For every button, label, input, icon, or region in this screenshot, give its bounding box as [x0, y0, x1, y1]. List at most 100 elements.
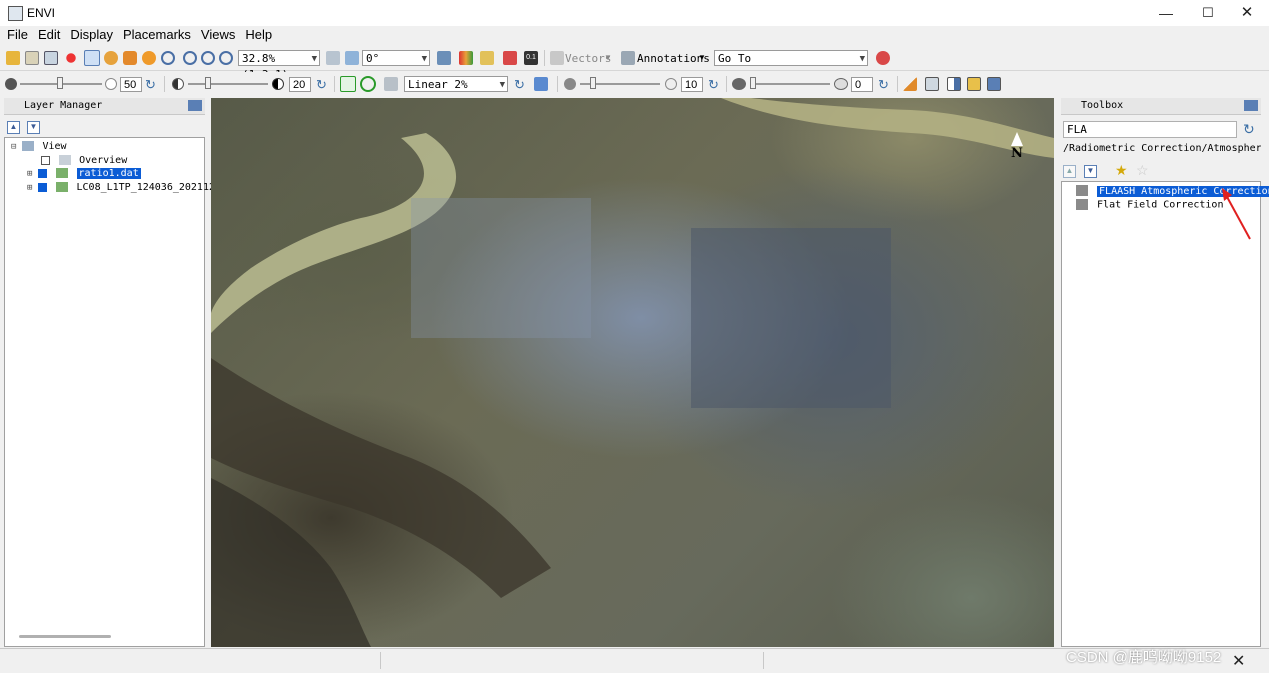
collapse-all-icon[interactable]: ▲ [1063, 165, 1076, 178]
collapse-toggle-icon[interactable]: ⊟ [11, 142, 16, 152]
stretch-view-icon[interactable] [360, 76, 376, 92]
image-view[interactable]: N [211, 98, 1054, 647]
window-title: ENVI [27, 6, 56, 20]
zoom-tool-icon[interactable] [161, 51, 175, 65]
dock-icon[interactable] [188, 100, 202, 111]
select-cursor-icon[interactable] [84, 50, 100, 66]
lc08-checkbox[interactable] [38, 182, 48, 192]
north-arrow: N [1010, 132, 1024, 161]
overview-icon [59, 155, 72, 165]
menu-placemarks[interactable]: Placemarks [118, 26, 196, 44]
tree-node-lc08[interactable]: ⊞ LC08_L1TP_124036_20211203_ [27, 182, 233, 194]
transparency-slider[interactable] [750, 83, 830, 85]
close-button[interactable]: ✕ [1229, 3, 1265, 23]
tree-node-overview[interactable]: Overview [41, 155, 127, 167]
overview-checkbox[interactable] [41, 155, 50, 165]
tool-flat-field[interactable]: Flat Field Correction [1076, 199, 1223, 212]
sharpen-high-icon [665, 78, 677, 90]
stretch-full-icon[interactable] [340, 76, 356, 92]
sharpen-low-icon [564, 78, 576, 90]
brightness-value[interactable]: 50 [120, 77, 142, 92]
contrast-value[interactable]: 20 [289, 77, 311, 92]
spectral-profile-icon[interactable] [459, 51, 473, 65]
expand-all-icon[interactable]: ▼ [1084, 165, 1097, 178]
histogram-icon[interactable] [534, 77, 548, 91]
sharpen-value[interactable]: 10 [681, 77, 703, 92]
toolbar-separator [334, 76, 335, 92]
pixel-locator-icon[interactable]: 0.1 [524, 51, 538, 65]
placemark-pin-icon[interactable] [64, 51, 78, 65]
north-label: N [1011, 146, 1023, 161]
horizontal-scrollbar[interactable] [19, 635, 111, 638]
brightness-slider-thumb[interactable] [57, 77, 63, 89]
menu-views[interactable]: Views [196, 26, 240, 44]
dock-icon[interactable] [1244, 100, 1258, 111]
crosshair-icon[interactable] [437, 51, 451, 65]
swipe-icon[interactable] [947, 77, 961, 91]
profile-icon[interactable] [903, 77, 917, 91]
refresh-icon[interactable]: ↻ [708, 78, 720, 91]
menu-edit[interactable]: Edit [33, 26, 65, 44]
tool-gear-icon [1076, 199, 1088, 210]
toolbar-separator [164, 76, 165, 92]
chip-view-icon[interactable] [44, 51, 58, 65]
expand-toggle-icon[interactable]: ⊞ [27, 183, 32, 193]
tree-node-view[interactable]: ⊟ View [11, 141, 67, 153]
status-cell [763, 652, 764, 669]
menu-display[interactable]: Display [65, 26, 118, 44]
rotation-combo[interactable]: 0° ▼ [362, 50, 430, 66]
goto-value: Go To [718, 52, 752, 65]
chevron-down-icon: ▼ [311, 54, 317, 64]
contrast-low-icon [172, 78, 184, 90]
refresh-icon[interactable]: ↻ [514, 78, 526, 91]
expand-toggle-icon[interactable]: ⊞ [27, 169, 32, 179]
tool-label: Flat Field Correction [1097, 199, 1224, 211]
tree-node-ratio1[interactable]: ⊞ ratio1.dat [27, 168, 141, 180]
menu-file[interactable]: File [2, 26, 33, 44]
stretch-settings-icon[interactable] [384, 77, 398, 91]
goto-combo[interactable]: Go To ▼ [714, 50, 868, 66]
refresh-icon[interactable]: ↻ [1243, 122, 1255, 136]
open-file-icon[interactable] [6, 51, 20, 65]
goto-search-icon[interactable] [876, 51, 890, 65]
blend-icon[interactable] [987, 77, 1001, 91]
data-manager-icon[interactable] [25, 51, 39, 65]
menu-help[interactable]: Help [240, 26, 277, 44]
favorite-icon[interactable]: ☆ [1136, 162, 1149, 179]
annotations-icon [621, 51, 635, 65]
zoom-full-icon[interactable] [219, 51, 233, 65]
fly-icon[interactable] [123, 51, 137, 65]
toolbox-title: Toolbox [1081, 100, 1124, 111]
favorite-add-icon[interactable]: ★ [1115, 162, 1128, 179]
rotate-right-icon[interactable] [345, 51, 359, 65]
refresh-icon[interactable]: ↻ [145, 78, 157, 91]
chevron-down-icon: ▼ [604, 53, 612, 62]
zoom-out-icon[interactable] [201, 51, 215, 65]
refresh-icon[interactable]: ↻ [878, 78, 890, 91]
cursor-value-icon[interactable] [503, 51, 517, 65]
collapse-all-icon[interactable]: ▲ [7, 121, 20, 134]
rotate-icon[interactable] [142, 51, 156, 65]
rotate-left-icon[interactable] [326, 51, 340, 65]
measure-icon[interactable] [480, 51, 494, 65]
image-view-icon[interactable] [925, 77, 939, 91]
stretch-combo[interactable]: Linear 2% ▼ [404, 76, 508, 92]
maximize-button[interactable]: ☐ [1190, 3, 1226, 23]
contrast-slider[interactable] [188, 83, 268, 85]
ratio1-checkbox[interactable] [38, 168, 48, 178]
transparency-value[interactable]: 0 [851, 77, 873, 92]
contrast-slider-thumb[interactable] [205, 77, 211, 89]
transparency-slider-thumb[interactable] [750, 77, 756, 89]
toolbox-search-input[interactable] [1063, 121, 1237, 138]
zoom-combo[interactable]: 32.8% (1:3.1)▼ [238, 50, 320, 81]
expand-all-icon[interactable]: ▼ [27, 121, 40, 134]
refresh-icon[interactable]: ↻ [316, 78, 328, 91]
minimize-button[interactable]: — [1148, 3, 1184, 23]
urban-area-shape [411, 198, 591, 338]
layer-tree: ⊟ View Overview ⊞ ratio1.dat ⊞ LC08_L1TP… [4, 137, 233, 647]
zoom-in-icon[interactable] [183, 51, 197, 65]
sharpen-slider-thumb[interactable] [590, 77, 596, 89]
contrast-high-icon [272, 78, 284, 90]
flicker-icon[interactable] [967, 77, 981, 91]
pan-hand-icon[interactable] [104, 51, 118, 65]
